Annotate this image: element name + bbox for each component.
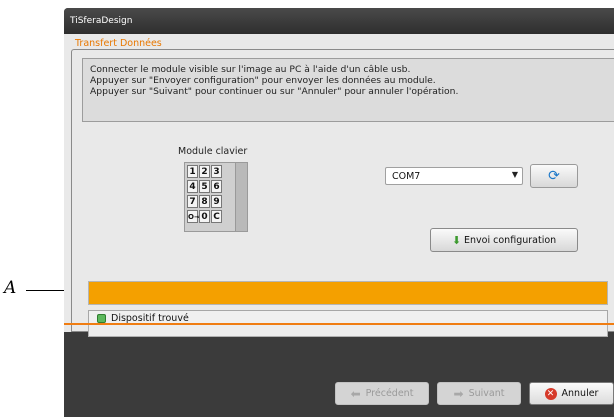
upload-icon: ⬇ [451, 233, 462, 247]
cancel-label: Annuler [561, 388, 599, 399]
instructions-box: Connecter le module visible sur l'image … [82, 58, 614, 122]
instruction-line-1: Connecter le module visible sur l'image … [90, 64, 411, 75]
title-bar: TiSferaDesign [64, 8, 614, 34]
next-label: Suivant [468, 388, 505, 399]
next-button[interactable]: ➡ Suivant [437, 382, 521, 405]
chevron-down-icon: ▼ [511, 170, 518, 179]
instruction-line-2: Appuyer sur "Envoyer configuration" pour… [90, 75, 436, 86]
keypad-side [235, 163, 247, 231]
module-label: Module clavier [178, 146, 248, 157]
previous-button[interactable]: ⬅ Précédent [335, 382, 429, 405]
status-text: Dispositif trouvé [111, 312, 189, 324]
key-2: 2 [199, 165, 210, 178]
keypad-module-image: 1 2 3 4 5 6 7 8 9 O⊸ 0 C [184, 162, 248, 232]
status-empty-row [88, 325, 608, 337]
send-configuration-button[interactable]: ⬇ Envoi configuration [430, 228, 578, 252]
key-6: 6 [211, 180, 222, 193]
previous-label: Précédent [365, 388, 414, 399]
ok-status-icon [97, 313, 106, 323]
window-title: TiSferaDesign [70, 16, 133, 26]
key-3: 3 [211, 165, 222, 178]
key-0: 0 [199, 210, 210, 223]
key-1: 1 [187, 165, 198, 178]
key-9: 9 [211, 195, 222, 208]
arrow-right-icon: ➡ [453, 386, 464, 401]
com-port-select[interactable]: COM7 ▼ [385, 167, 523, 185]
cancel-icon: ✕ [544, 387, 557, 400]
annotation-letter: A [4, 278, 17, 298]
progress-bar [88, 281, 608, 305]
footer-separator [64, 323, 614, 325]
section-legend: Transfert Données [72, 38, 165, 49]
cancel-button[interactable]: ✕ Annuler [529, 382, 614, 405]
app-window: TiSferaDesign Transfert Données Connecte… [64, 8, 614, 417]
key-c: C [211, 210, 222, 223]
key-key: O⊸ [187, 210, 200, 223]
instruction-line-3: Appuyer sur "Suivant" pour continuer ou … [90, 86, 459, 97]
com-port-value: COM7 [392, 171, 421, 182]
arrow-left-icon: ⬅ [350, 386, 361, 401]
key-7: 7 [187, 195, 198, 208]
key-8: 8 [199, 195, 210, 208]
send-configuration-label: Envoi configuration [464, 234, 557, 246]
key-5: 5 [199, 180, 210, 193]
key-4: 4 [187, 180, 198, 193]
refresh-button[interactable]: ⟳ [530, 164, 578, 188]
refresh-icon: ⟳ [548, 168, 560, 184]
